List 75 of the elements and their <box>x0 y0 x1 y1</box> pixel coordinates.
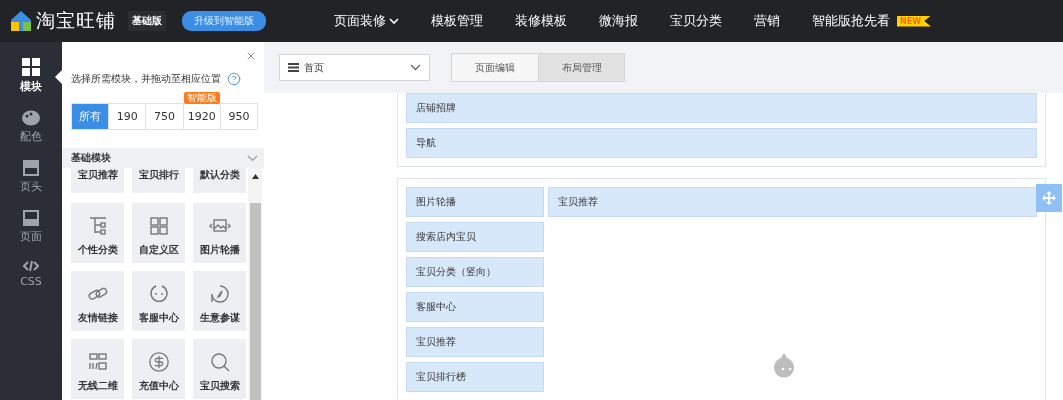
compass-icon <box>208 283 231 305</box>
nav-item[interactable]: 智能版抢先看 NEW <box>796 12 947 30</box>
module-label: 宝贝搜索 <box>199 379 240 393</box>
sidebar-item[interactable]: CSS <box>0 260 62 288</box>
code-icon <box>23 260 39 272</box>
layout-module[interactable]: 图片轮播 <box>406 187 544 217</box>
qr-code-icon <box>86 351 109 373</box>
nav-item[interactable]: 宝贝分类 <box>654 12 738 30</box>
grid-icon <box>22 58 40 76</box>
layout-module[interactable]: 导航 <box>406 128 1037 158</box>
module-label: 客服中心 <box>138 311 179 325</box>
section-header[interactable]: 基础模块 <box>62 148 264 168</box>
search-icon <box>208 351 231 373</box>
edition-badge: 基础版 <box>128 11 166 31</box>
layout-module[interactable]: 宝贝排行榜 <box>406 362 544 392</box>
move-handle[interactable] <box>1036 184 1062 212</box>
module-tile[interactable]: 客服中心 <box>132 271 185 331</box>
move-icon <box>1042 191 1056 205</box>
palette-icon <box>22 110 40 126</box>
chevron-down-icon <box>410 64 421 71</box>
chevron-down-icon[interactable] <box>247 154 258 162</box>
layout-module[interactable]: 宝贝推荐 <box>548 187 1037 217</box>
tab[interactable]: 布局管理 <box>538 54 624 81</box>
module-tile[interactable]: 自定义区 <box>132 203 185 263</box>
layout-module[interactable]: 宝贝分类（竖向） <box>406 257 544 287</box>
sidebar-item[interactable]: 配色 <box>0 110 62 144</box>
page-select[interactable]: 首页 <box>279 54 430 81</box>
layout-module[interactable]: 宝贝推荐 <box>406 327 544 357</box>
module-label: 宝贝排行 <box>138 168 179 182</box>
module-label: 生意参谋 <box>199 311 240 325</box>
new-badge: NEW <box>897 15 931 27</box>
scrollbar[interactable] <box>248 168 262 400</box>
nav-item[interactable]: 微海报 <box>583 12 654 30</box>
layout-module[interactable]: 客服中心 <box>406 292 544 322</box>
nav-item[interactable]: 营销 <box>738 12 796 30</box>
face-icon <box>147 283 170 305</box>
module-label: 宝贝推荐 <box>77 168 118 182</box>
section-title: 基础模块 <box>71 151 111 165</box>
logo-text: 淘宝旺铺 <box>36 8 116 33</box>
nav-item[interactable]: 模板管理 <box>415 12 499 30</box>
close-icon[interactable] <box>245 50 257 62</box>
hint-text: 选择所需模块，并拖动至相应位置 <box>71 72 221 86</box>
layout-module[interactable]: 店铺招牌 <box>406 93 1037 123</box>
module-tile[interactable]: 友情链接 <box>71 271 124 331</box>
module-label: 图片轮播 <box>199 243 240 257</box>
module-tile[interactable]: 宝贝排行 <box>132 168 185 193</box>
layout-module[interactable]: 搜索店内宝贝 <box>406 222 544 252</box>
module-tile[interactable]: 默认分类 <box>193 168 246 193</box>
layout-icon <box>23 160 39 176</box>
house-logo-icon <box>10 10 32 32</box>
module-label: 友情链接 <box>77 311 118 325</box>
help-icon[interactable] <box>227 72 241 86</box>
module-label: 充值中心 <box>138 379 179 393</box>
nav-item[interactable]: 装修模板 <box>499 12 583 30</box>
module-tile[interactable]: 图片轮播 <box>193 203 246 263</box>
nav-item[interactable]: 页面装修 <box>318 12 415 30</box>
tab[interactable]: 页面编辑 <box>452 54 538 81</box>
module-label: 默认分类 <box>199 168 240 182</box>
smart-badge: 智能版 <box>183 92 220 104</box>
arrow-up-icon[interactable] <box>251 174 259 179</box>
grid-icon <box>147 215 170 237</box>
layout-icon <box>23 210 39 226</box>
module-label: 无线二维 <box>77 379 118 393</box>
module-label: 自定义区 <box>138 243 179 257</box>
sidebar-item[interactable]: 页头 <box>0 160 62 194</box>
module-label: 个性分类 <box>77 243 118 257</box>
module-tile[interactable]: 无线二维 <box>71 339 124 399</box>
module-tile[interactable]: 生意参谋 <box>193 271 246 331</box>
dollar-icon <box>147 351 170 373</box>
module-tile[interactable]: 宝贝搜索 <box>193 339 246 399</box>
module-tile[interactable]: 个性分类 <box>71 203 124 263</box>
module-tile[interactable]: 宝贝推荐 <box>71 168 124 193</box>
sidebar-item[interactable]: 页面 <box>0 210 62 244</box>
module-tile[interactable]: 充值中心 <box>132 339 185 399</box>
menu-icon <box>288 63 299 72</box>
